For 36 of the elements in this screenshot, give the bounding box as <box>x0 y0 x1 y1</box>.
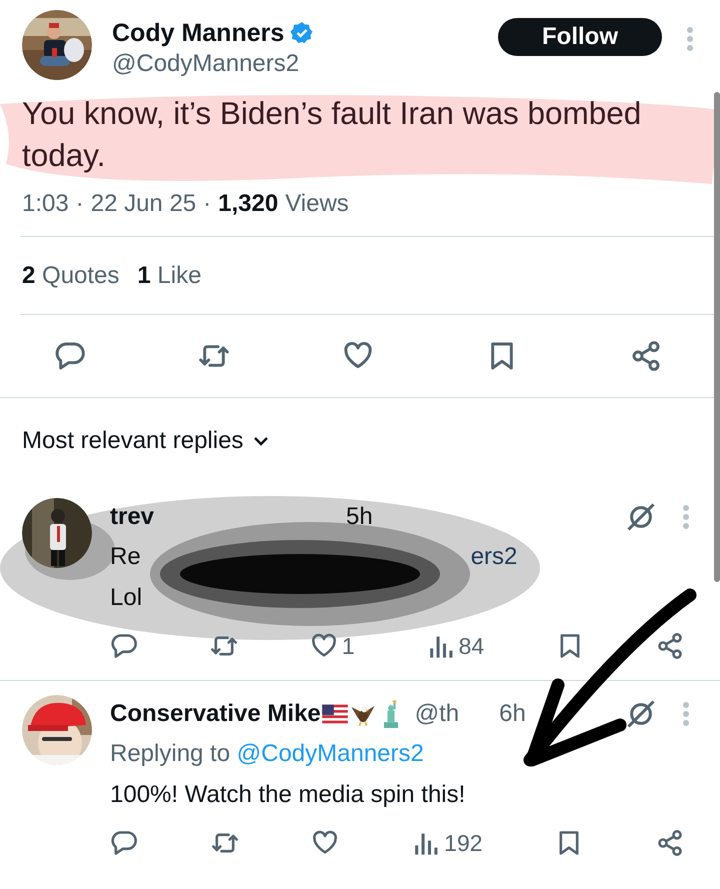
chevron-down-icon <box>253 436 270 446</box>
reply-text: 100%! Watch the media spin this! <box>110 780 466 808</box>
share-icon[interactable] <box>656 632 684 660</box>
reply-text: Lol <box>110 584 142 612</box>
views-button[interactable]: 84 <box>426 632 484 660</box>
reply-context: Re <box>110 542 141 570</box>
slashed-circle-icon[interactable] <box>626 502 656 532</box>
stat-link[interactable]: 2 Quotes <box>22 262 120 290</box>
sort-dropdown[interactable]: Most relevant replies <box>0 398 270 484</box>
slashed-circle-icon[interactable] <box>626 699 656 729</box>
share-icon[interactable] <box>656 829 684 857</box>
view-count: 1,320 <box>218 190 278 218</box>
author-handle[interactable]: @CodyManners2 <box>112 48 498 80</box>
tweet-time: 1:03 <box>22 190 69 218</box>
reply-icon[interactable] <box>110 829 138 857</box>
author-name[interactable]: Conservative Mike <box>110 700 321 728</box>
author-name[interactable]: trev <box>110 503 154 531</box>
author-handle[interactable]: @th <box>414 700 460 728</box>
stat-link[interactable]: 1 Like <box>137 262 202 290</box>
reply-time: 5h <box>346 503 373 531</box>
reply-icon[interactable] <box>54 340 86 372</box>
reply-context: Replying to @CodyManners2 <box>110 740 424 768</box>
like-button[interactable]: 1 <box>310 632 355 660</box>
author-name[interactable]: Cody Manners <box>112 18 284 48</box>
reply-time: 6h <box>499 700 526 728</box>
separator-dot: · <box>203 190 212 218</box>
views-button[interactable]: 192 <box>412 829 483 857</box>
tweet-date: 22 Jun 25 <box>90 190 196 218</box>
reply-context: ers2 <box>470 542 518 570</box>
follow-button[interactable]: Follow <box>498 18 662 56</box>
tweet-text: You know, it’s Biden’s fault Iran was bombed today. <box>22 94 642 175</box>
reply-icon[interactable] <box>110 632 138 660</box>
views-label: Views <box>285 190 349 218</box>
scrollbar[interactable] <box>714 92 720 582</box>
share-icon[interactable] <box>630 340 662 372</box>
separator-dot: · <box>76 190 84 218</box>
